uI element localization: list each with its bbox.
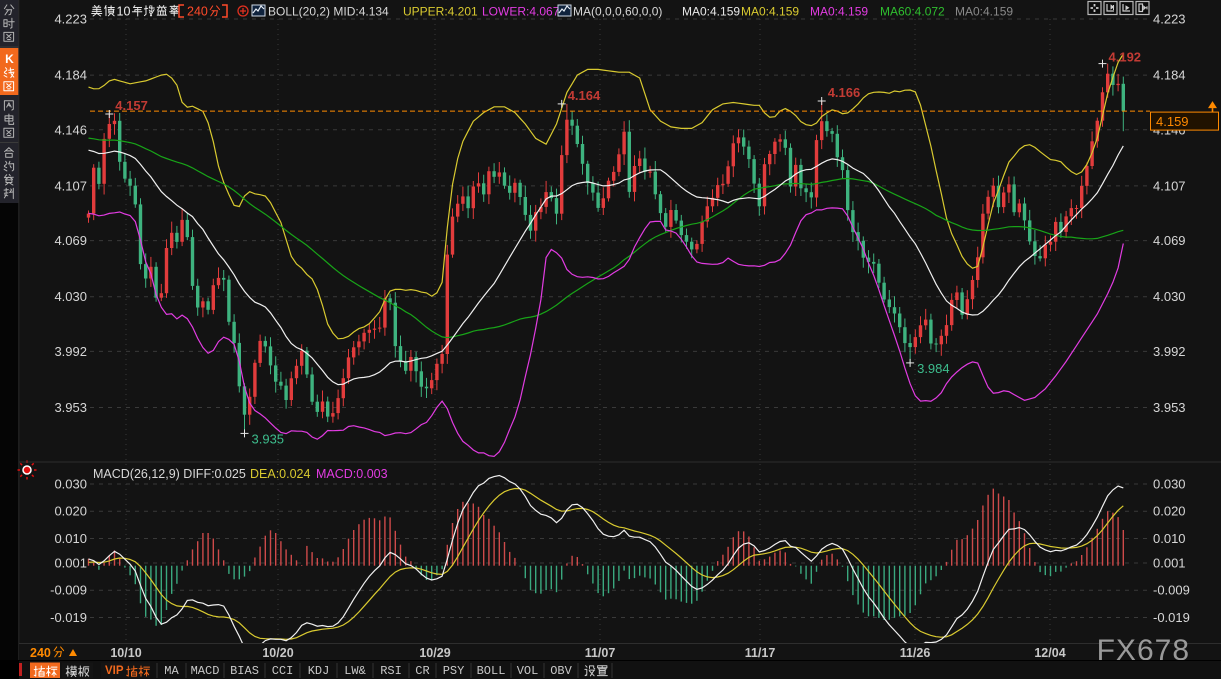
svg-text:0.010: 0.010 bbox=[1153, 531, 1186, 546]
svg-text:4.192: 4.192 bbox=[1109, 50, 1142, 65]
svg-text:OBV: OBV bbox=[550, 664, 572, 678]
svg-text:4.223: 4.223 bbox=[1153, 12, 1186, 27]
svg-text:MA: MA bbox=[164, 664, 179, 678]
svg-text:MA60:4.072: MA60:4.072 bbox=[880, 5, 945, 19]
svg-text:0.001: 0.001 bbox=[54, 556, 87, 571]
svg-text:3.953: 3.953 bbox=[1153, 400, 1186, 415]
svg-text:4.107: 4.107 bbox=[1153, 178, 1186, 193]
svg-text:4.164: 4.164 bbox=[568, 88, 601, 103]
svg-text:-0.019: -0.019 bbox=[1153, 610, 1190, 625]
svg-text:4.107: 4.107 bbox=[54, 178, 87, 193]
svg-text:MA0:4.159: MA0:4.159 bbox=[810, 5, 868, 19]
svg-text:4.146: 4.146 bbox=[54, 122, 87, 137]
svg-text:0.001: 0.001 bbox=[1153, 556, 1186, 571]
svg-text:PSY: PSY bbox=[443, 664, 465, 678]
svg-text:LW&: LW& bbox=[344, 664, 366, 678]
svg-text:0.010: 0.010 bbox=[54, 531, 87, 546]
svg-text:MA0:4.159: MA0:4.159 bbox=[682, 5, 740, 19]
svg-text:3.984: 3.984 bbox=[917, 361, 950, 376]
svg-text:-0.009: -0.009 bbox=[1153, 583, 1190, 598]
svg-text:4.184: 4.184 bbox=[54, 68, 87, 83]
svg-text:0.020: 0.020 bbox=[1153, 504, 1186, 519]
svg-text:BIAS: BIAS bbox=[230, 664, 259, 678]
svg-text:4.069: 4.069 bbox=[1153, 233, 1186, 248]
svg-text:11/17: 11/17 bbox=[745, 646, 776, 660]
svg-text:UPPER:4.201: UPPER:4.201 bbox=[403, 5, 478, 19]
svg-text:10/20: 10/20 bbox=[262, 646, 293, 660]
svg-text:10/10: 10/10 bbox=[110, 646, 141, 660]
svg-text:VOL: VOL bbox=[517, 664, 539, 678]
svg-text:MA0:4.159: MA0:4.159 bbox=[741, 5, 799, 19]
svg-text:CR: CR bbox=[415, 664, 429, 678]
svg-text:BOLL(20,2) MID:4.134: BOLL(20,2) MID:4.134 bbox=[268, 5, 389, 19]
svg-text:RSI: RSI bbox=[380, 664, 402, 678]
svg-text:BOLL: BOLL bbox=[477, 664, 506, 678]
svg-text:4.030: 4.030 bbox=[54, 289, 87, 304]
svg-text:10/29: 10/29 bbox=[419, 646, 450, 660]
svg-text:240: 240 bbox=[187, 5, 208, 19]
svg-text:11/07: 11/07 bbox=[585, 646, 616, 660]
svg-text:-0.019: -0.019 bbox=[50, 610, 87, 625]
svg-text:DEA:0.024: DEA:0.024 bbox=[250, 467, 311, 481]
svg-text:MACD(26,12,9) DIFF:0.025: MACD(26,12,9) DIFF:0.025 bbox=[93, 467, 246, 481]
svg-text:3.953: 3.953 bbox=[54, 400, 87, 415]
svg-text:CCI: CCI bbox=[272, 664, 294, 678]
svg-text:K: K bbox=[5, 52, 14, 66]
svg-text:0.030: 0.030 bbox=[54, 477, 87, 492]
svg-text:LOWER:4.067: LOWER:4.067 bbox=[482, 5, 560, 19]
svg-text:MACD:0.003: MACD:0.003 bbox=[316, 467, 388, 481]
svg-text:4.223: 4.223 bbox=[54, 12, 87, 27]
svg-text:MA0:4.159: MA0:4.159 bbox=[955, 5, 1013, 19]
svg-text:0.020: 0.020 bbox=[54, 504, 87, 519]
svg-text:4.159: 4.159 bbox=[1156, 114, 1189, 129]
svg-text:-0.009: -0.009 bbox=[50, 583, 87, 598]
svg-text:4.069: 4.069 bbox=[54, 233, 87, 248]
svg-text:3.992: 3.992 bbox=[1153, 344, 1186, 359]
svg-text:240: 240 bbox=[30, 646, 51, 660]
svg-text:VIP: VIP bbox=[105, 665, 124, 677]
svg-text:4.166: 4.166 bbox=[828, 85, 861, 100]
svg-text:3.992: 3.992 bbox=[54, 344, 87, 359]
svg-text:MA(0,0,0,60,0,0): MA(0,0,0,60,0,0) bbox=[573, 5, 662, 19]
svg-text:4.030: 4.030 bbox=[1153, 289, 1186, 304]
svg-text:KDJ: KDJ bbox=[308, 664, 330, 678]
svg-text:3.935: 3.935 bbox=[252, 431, 285, 446]
svg-text:12/04: 12/04 bbox=[1034, 646, 1065, 660]
svg-text:4.157: 4.157 bbox=[115, 98, 148, 113]
svg-text:11/26: 11/26 bbox=[900, 646, 931, 660]
svg-text:10: 10 bbox=[117, 5, 131, 19]
svg-text:4.184: 4.184 bbox=[1153, 68, 1186, 83]
svg-text:MACD: MACD bbox=[191, 664, 220, 678]
svg-text:0.030: 0.030 bbox=[1153, 477, 1186, 492]
